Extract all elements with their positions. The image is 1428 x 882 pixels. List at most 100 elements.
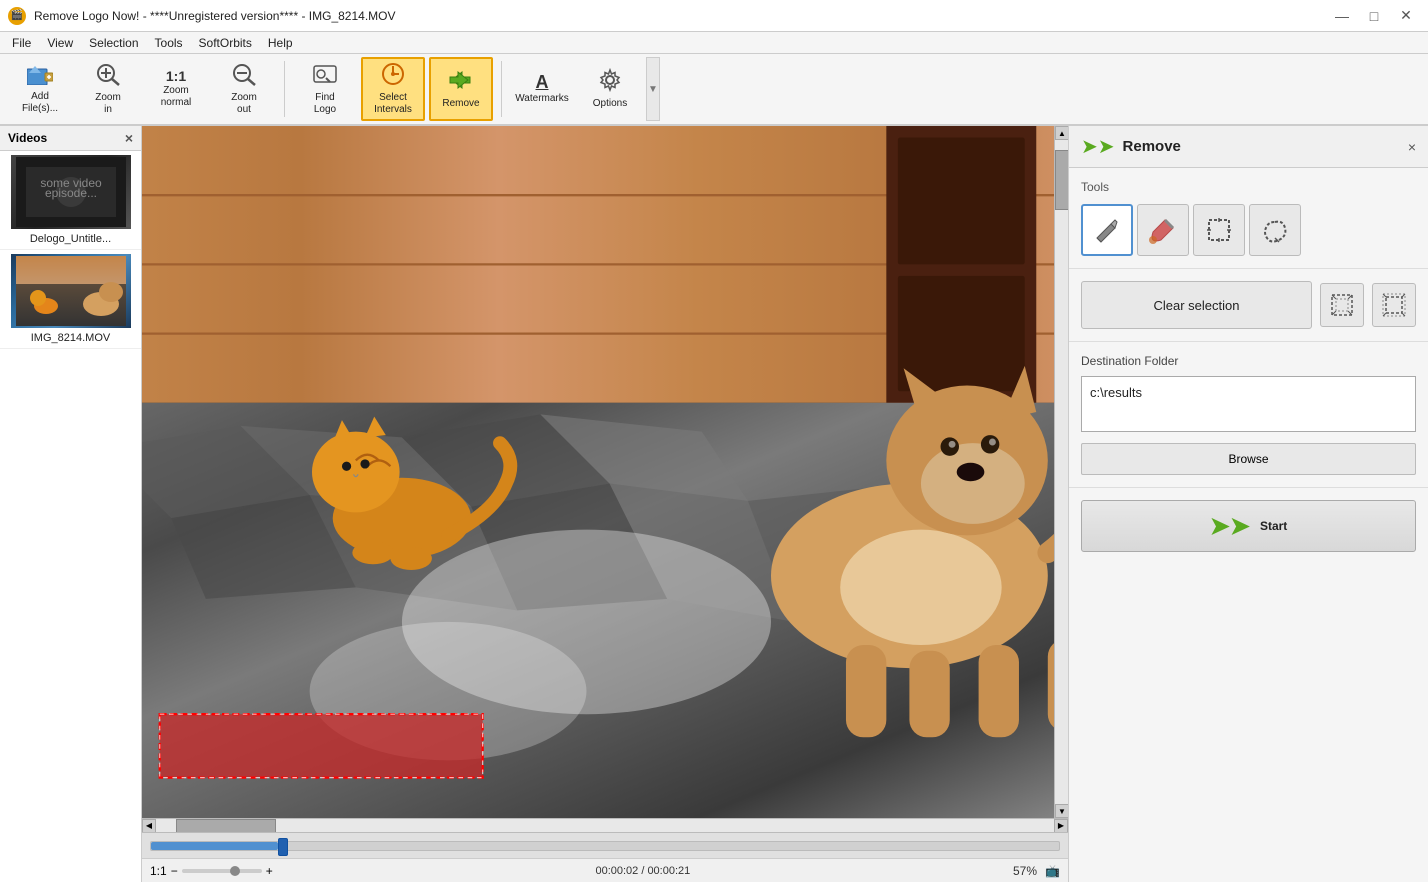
hscroll-thumb[interactable] bbox=[176, 819, 276, 833]
menu-view[interactable]: View bbox=[39, 34, 81, 52]
tool-brush-button[interactable] bbox=[1137, 204, 1189, 256]
hscroll-left-button[interactable]: ◀ bbox=[142, 819, 156, 833]
destination-folder-input[interactable] bbox=[1081, 376, 1416, 432]
watermarks-label: Watermarks bbox=[515, 93, 569, 105]
minimize-button[interactable]: — bbox=[1328, 5, 1356, 27]
zoom-normal-button[interactable]: 1:1 Zoomnormal bbox=[144, 57, 208, 121]
zoom-out-button[interactable]: Zoomout bbox=[212, 57, 276, 121]
zoom-out-icon bbox=[231, 62, 257, 90]
title-bar-left: 🎬 Remove Logo Now! - ****Unregistered ve… bbox=[8, 7, 396, 25]
remove-icon bbox=[448, 68, 474, 96]
svg-text:episode...: episode... bbox=[44, 186, 96, 200]
canvas-content: ▲ ▼ bbox=[142, 126, 1068, 818]
zoom-percentage: 57% bbox=[1013, 864, 1037, 878]
menu-bar: File View Selection Tools SoftOrbits Hel… bbox=[0, 32, 1428, 54]
add-files-icon bbox=[27, 63, 53, 89]
rect-select-icon bbox=[1205, 216, 1233, 244]
start-label: Start bbox=[1260, 519, 1287, 533]
start-button[interactable]: ➤➤ Start bbox=[1081, 500, 1416, 552]
tool-pencil-button[interactable] bbox=[1081, 204, 1133, 256]
maximize-button[interactable]: □ bbox=[1360, 5, 1388, 27]
vscroll-down-button[interactable]: ▼ bbox=[1055, 804, 1068, 818]
menu-help[interactable]: Help bbox=[260, 34, 301, 52]
toolbox-panel: ➤➤ Remove × Tools bbox=[1068, 126, 1428, 882]
vscroll-thumb[interactable] bbox=[1055, 150, 1068, 210]
window-title: Remove Logo Now! - ****Unregistered vers… bbox=[34, 9, 396, 23]
status-left: 1:1 − + bbox=[150, 864, 273, 878]
timeline-bar bbox=[142, 832, 1068, 858]
videos-title: Videos bbox=[8, 131, 47, 145]
zoom-in-icon bbox=[95, 62, 121, 90]
options-icon bbox=[597, 68, 623, 96]
zoom-normal-label: Zoomnormal bbox=[161, 85, 192, 109]
watermarks-button[interactable]: A Watermarks bbox=[510, 57, 574, 121]
contract-selection-icon bbox=[1382, 293, 1406, 317]
menu-file[interactable]: File bbox=[4, 34, 39, 52]
options-label: Options bbox=[593, 98, 627, 110]
tool-rect-select-button[interactable] bbox=[1193, 204, 1245, 256]
pencil-icon bbox=[1093, 216, 1121, 244]
canvas-horizontal-scrollbar: ◀ ▶ bbox=[142, 818, 1068, 832]
videos-header: Videos × bbox=[0, 126, 141, 151]
app-icon: 🎬 bbox=[8, 7, 26, 25]
status-bar: 1:1 − + 00:00:02 / 00:00:21 57% 📺 bbox=[142, 858, 1068, 882]
toolbox-header: ➤➤ Remove × bbox=[1069, 126, 1428, 168]
vscroll-track[interactable] bbox=[1055, 140, 1068, 804]
clear-selection-button[interactable]: Clear selection bbox=[1081, 281, 1312, 329]
zoom-in-button[interactable]: Zoomin bbox=[76, 57, 140, 121]
vscroll-up-button[interactable]: ▲ bbox=[1055, 126, 1068, 140]
toolbar-separator-2 bbox=[501, 61, 502, 117]
timeline-time-display: 00:00:02 / 00:00:21 bbox=[595, 865, 690, 877]
select-intervals-button[interactable]: SelectIntervals bbox=[361, 57, 425, 121]
timeline-track[interactable] bbox=[150, 841, 1060, 851]
videos-close-button[interactable]: × bbox=[125, 130, 133, 146]
videos-panel: Videos × some video episode... Delogo_Un… bbox=[0, 126, 142, 882]
video-canvas bbox=[142, 126, 1054, 818]
main-area: Videos × some video episode... Delogo_Un… bbox=[0, 126, 1428, 882]
select-intervals-label: SelectIntervals bbox=[374, 92, 412, 116]
menu-selection[interactable]: Selection bbox=[81, 34, 146, 52]
find-logo-button[interactable]: FindLogo bbox=[293, 57, 357, 121]
select-intervals-icon bbox=[380, 62, 406, 90]
brush-icon bbox=[1149, 216, 1177, 244]
toolbox-close-button[interactable]: × bbox=[1408, 139, 1416, 155]
contract-selection-button[interactable] bbox=[1372, 283, 1416, 327]
toolbox-tools-section: Tools bbox=[1069, 168, 1428, 269]
video-item-1[interactable]: some video episode... Delogo_Untitle... bbox=[0, 151, 141, 250]
tool-lasso-button[interactable] bbox=[1249, 204, 1301, 256]
hscroll-right-button[interactable]: ▶ bbox=[1054, 819, 1068, 833]
hscroll-track[interactable] bbox=[156, 819, 1054, 833]
find-logo-label: FindLogo bbox=[314, 92, 336, 116]
zoom-in-label: Zoomin bbox=[95, 92, 121, 116]
zoom-slider[interactable] bbox=[182, 869, 262, 873]
tools-grid bbox=[1081, 204, 1416, 256]
window-controls: — □ ✕ bbox=[1328, 5, 1420, 27]
close-button[interactable]: ✕ bbox=[1392, 5, 1420, 27]
add-files-button[interactable]: AddFile(s)... bbox=[8, 57, 72, 121]
zoom-label: 1:1 bbox=[150, 864, 167, 878]
video-thumb-1: some video episode... bbox=[11, 155, 131, 229]
timeline-thumb[interactable] bbox=[278, 838, 288, 856]
timeline-progress bbox=[151, 842, 278, 850]
options-button[interactable]: Options bbox=[578, 57, 642, 121]
toolbar-separator-1 bbox=[284, 61, 285, 117]
video-name-2: IMG_8214.MOV bbox=[4, 332, 137, 344]
start-section: ➤➤ Start bbox=[1069, 488, 1428, 564]
video-item-2[interactable]: IMG_8214.MOV bbox=[0, 250, 141, 349]
browse-button[interactable]: Browse bbox=[1081, 443, 1416, 475]
canvas-vertical-scrollbar: ▲ ▼ bbox=[1054, 126, 1068, 818]
status-zoom-area: 1:1 − + bbox=[150, 864, 273, 878]
remove-button[interactable]: Remove bbox=[429, 57, 493, 121]
expand-selection-button[interactable] bbox=[1320, 283, 1364, 327]
start-arrow-icon: ➤➤ bbox=[1210, 512, 1250, 541]
status-right: 57% 📺 bbox=[1013, 864, 1060, 878]
zoom-minus-icon[interactable]: − bbox=[171, 864, 178, 878]
expand-selection-icon bbox=[1330, 293, 1354, 317]
canvas-with-scroll: ▲ ▼ ◀ ▶ 1:1 bbox=[142, 126, 1068, 882]
toolbar-scroll-button[interactable]: ▼ bbox=[646, 57, 660, 121]
zoom-thumb[interactable] bbox=[230, 866, 240, 876]
zoom-plus-icon[interactable]: + bbox=[266, 864, 273, 878]
lasso-icon bbox=[1261, 216, 1289, 244]
menu-tools[interactable]: Tools bbox=[147, 34, 191, 52]
menu-softorbits[interactable]: SoftOrbits bbox=[191, 34, 260, 52]
